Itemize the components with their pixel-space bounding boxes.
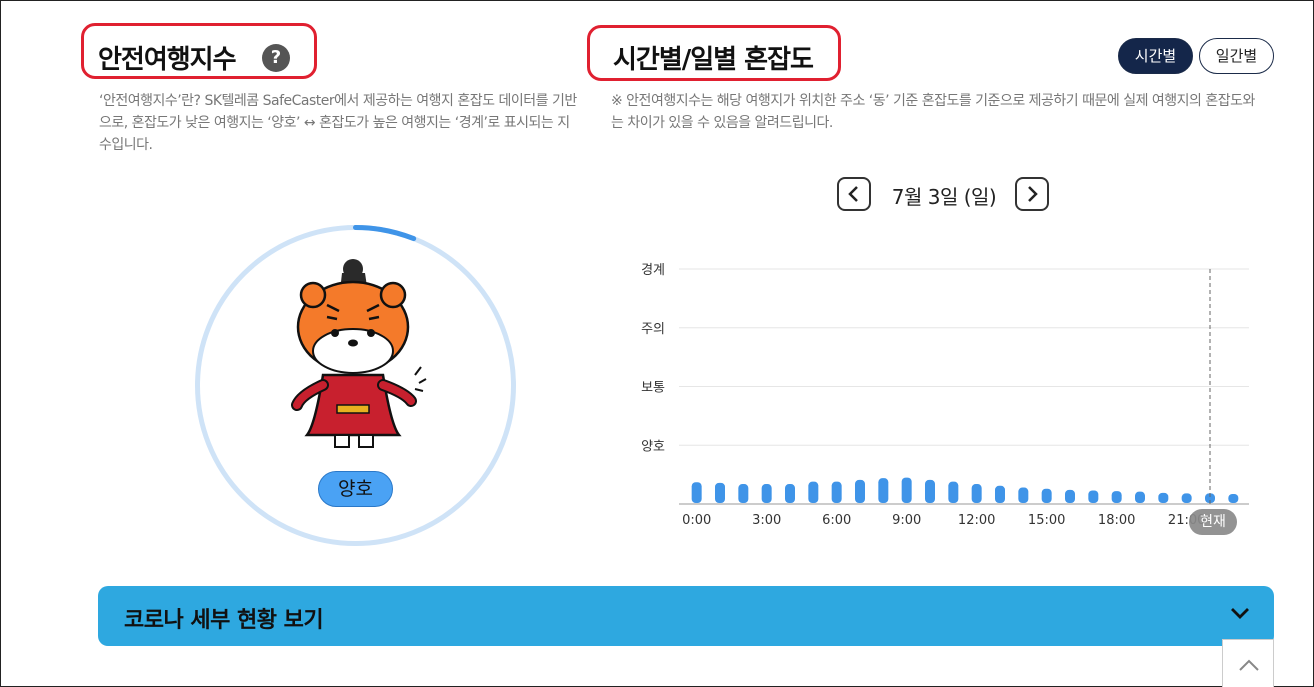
chart-bar bbox=[925, 479, 935, 503]
current-time-badge: 현재 bbox=[1189, 509, 1237, 535]
date-label: 7월 3일 (일) bbox=[891, 185, 997, 209]
y-level-label: 주의 bbox=[641, 322, 665, 337]
chart-bar bbox=[1065, 489, 1075, 503]
chart-bar bbox=[1158, 492, 1169, 503]
safety-index-title: 안전여행지수 bbox=[98, 45, 237, 75]
chevron-up-icon bbox=[1239, 659, 1259, 671]
y-level-label: 양호 bbox=[641, 439, 665, 454]
chart-bar bbox=[1018, 487, 1029, 503]
chart-bar bbox=[971, 484, 982, 503]
chart-bar bbox=[1111, 491, 1122, 503]
chart-bar bbox=[995, 485, 1005, 503]
x-tick-label: 3:00 bbox=[752, 513, 781, 528]
chevron-down-icon bbox=[1231, 608, 1249, 619]
corona-details-label: 코로나 세부 현황 보기 bbox=[124, 608, 324, 633]
chart-bar bbox=[1181, 493, 1192, 503]
chart-bar bbox=[738, 484, 749, 503]
chart-bar bbox=[691, 482, 702, 503]
y-level-label: 보통 bbox=[641, 381, 665, 396]
safety-status-badge: 양호 bbox=[318, 471, 393, 507]
chart-bar bbox=[1228, 494, 1239, 503]
chevron-right-icon bbox=[1028, 186, 1038, 202]
chevron-left-icon bbox=[848, 186, 858, 202]
hourly-congestion-chart: 양호보통주의경계0:00 3:00 6:00 9:00 12:00 15:00 18:00 2… bbox=[641, 263, 1249, 528]
chart-bar bbox=[831, 481, 842, 503]
chart-bar bbox=[1135, 491, 1145, 503]
x-tick-label: 18:00 bbox=[1098, 513, 1135, 528]
x-tick-label: 0:00 bbox=[682, 513, 711, 528]
chart-bar bbox=[948, 481, 959, 503]
tiger-mascot-image bbox=[291, 259, 427, 448]
chart-bar bbox=[901, 477, 912, 503]
chart-bar bbox=[1041, 488, 1052, 503]
congestion-notice: ※ 안전여행지수는 해당 여행지가 위치한 주소 ‘동’ 기준 혼잡도를 기준으… bbox=[611, 93, 1255, 131]
daily-toggle-button[interactable]: 일간별 bbox=[1199, 38, 1274, 74]
chart-bar bbox=[855, 479, 865, 503]
next-date-button[interactable] bbox=[1015, 177, 1049, 211]
question-icon[interactable]: ? bbox=[262, 44, 290, 72]
x-tick-label: 12:00 bbox=[958, 513, 995, 528]
chart-bar bbox=[1088, 490, 1099, 503]
chart-bar bbox=[808, 481, 819, 503]
congestion-title: 시간별/일별 혼잡도 bbox=[613, 45, 814, 75]
x-tick-label: 15:00 bbox=[1028, 513, 1065, 528]
gauge-level-arc bbox=[353, 225, 417, 242]
chart-bar bbox=[878, 478, 889, 503]
x-tick-label: 6:00 bbox=[822, 513, 851, 528]
hourly-toggle-button[interactable]: 시간별 bbox=[1118, 38, 1193, 74]
chart-bar bbox=[761, 484, 772, 503]
y-level-label: 경계 bbox=[641, 263, 665, 278]
chart-bar bbox=[785, 484, 795, 503]
x-tick-label: 9:00 bbox=[892, 513, 921, 528]
previous-date-button[interactable] bbox=[837, 177, 871, 211]
chart-bar bbox=[715, 482, 725, 503]
corona-details-toggle[interactable]: 코로나 세부 현황 보기 bbox=[98, 586, 1274, 646]
scroll-to-top-button[interactable] bbox=[1222, 639, 1274, 687]
safety-index-description: ‘안전여행지수’란? SK텔레콤 SafeCaster에서 제공하는 여행지 혼… bbox=[99, 93, 577, 153]
